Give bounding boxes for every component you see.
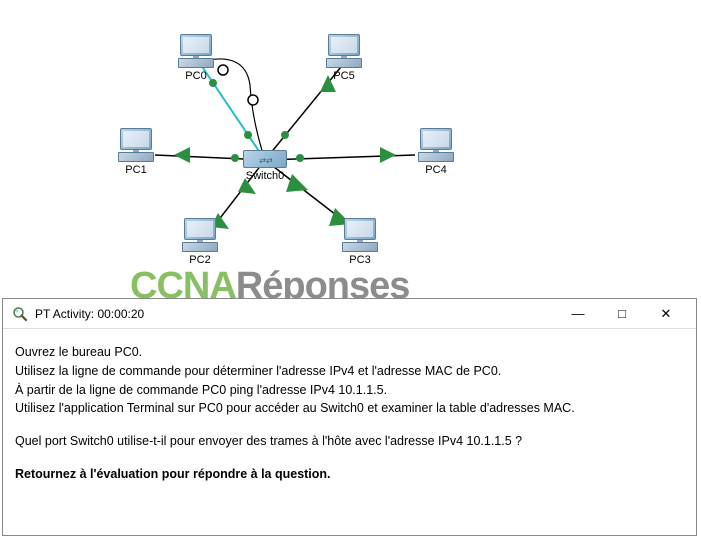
device-pc3[interactable]: PC3 <box>342 218 378 266</box>
device-pc0[interactable]: PC0 <box>178 34 214 82</box>
window-content: Ouvrez le bureau PC0. Utilisez la ligne … <box>3 329 696 498</box>
instruction-line: Utilisez l'application Terminal sur PC0 … <box>15 399 684 418</box>
window-title: PT Activity: 00:00:20 <box>35 307 556 321</box>
device-pc2[interactable]: PC2 <box>182 218 218 266</box>
device-label: PC1 <box>125 164 146 176</box>
pc-icon <box>342 218 378 252</box>
device-pc4[interactable]: PC4 <box>418 128 454 176</box>
device-label: PC4 <box>425 164 446 176</box>
switch-icon: ⇄⇄ <box>243 150 287 168</box>
pc-icon <box>178 34 214 68</box>
instruction-line: À partir de la ligne de commande PC0 pin… <box>15 381 684 400</box>
activity-window: PT Activity: 00:00:20 — □ ✕ Ouvrez le bu… <box>2 298 697 536</box>
device-pc1[interactable]: PC1 <box>118 128 154 176</box>
device-label: PC2 <box>189 254 210 266</box>
device-label: Switch0 <box>246 170 285 182</box>
pc-icon <box>118 128 154 162</box>
window-controls: — □ ✕ <box>556 300 688 328</box>
device-pc5[interactable]: PC5 <box>326 34 362 82</box>
pc-icon <box>326 34 362 68</box>
device-switch0[interactable]: ⇄⇄ Switch0 <box>243 150 287 182</box>
pc-icon <box>182 218 218 252</box>
instruction-line: Utilisez la ligne de commande pour déter… <box>15 362 684 381</box>
device-label: PC3 <box>349 254 370 266</box>
minimize-button[interactable]: — <box>556 300 600 328</box>
question-line: Quel port Switch0 utilise-t-il pour envo… <box>15 432 684 451</box>
instruction-line: Ouvrez le bureau PC0. <box>15 343 684 362</box>
network-topology: PC0 PC5 PC1 PC4 PC2 <box>0 0 701 310</box>
maximize-button[interactable]: □ <box>600 300 644 328</box>
magnifier-icon <box>11 305 29 323</box>
window-titlebar[interactable]: PT Activity: 00:00:20 — □ ✕ <box>3 299 696 329</box>
device-label: PC0 <box>185 70 206 82</box>
device-label: PC5 <box>333 70 354 82</box>
return-instruction: Retournez à l'évaluation pour répondre à… <box>15 465 684 484</box>
pc-icon <box>418 128 454 162</box>
close-button[interactable]: ✕ <box>644 300 688 328</box>
